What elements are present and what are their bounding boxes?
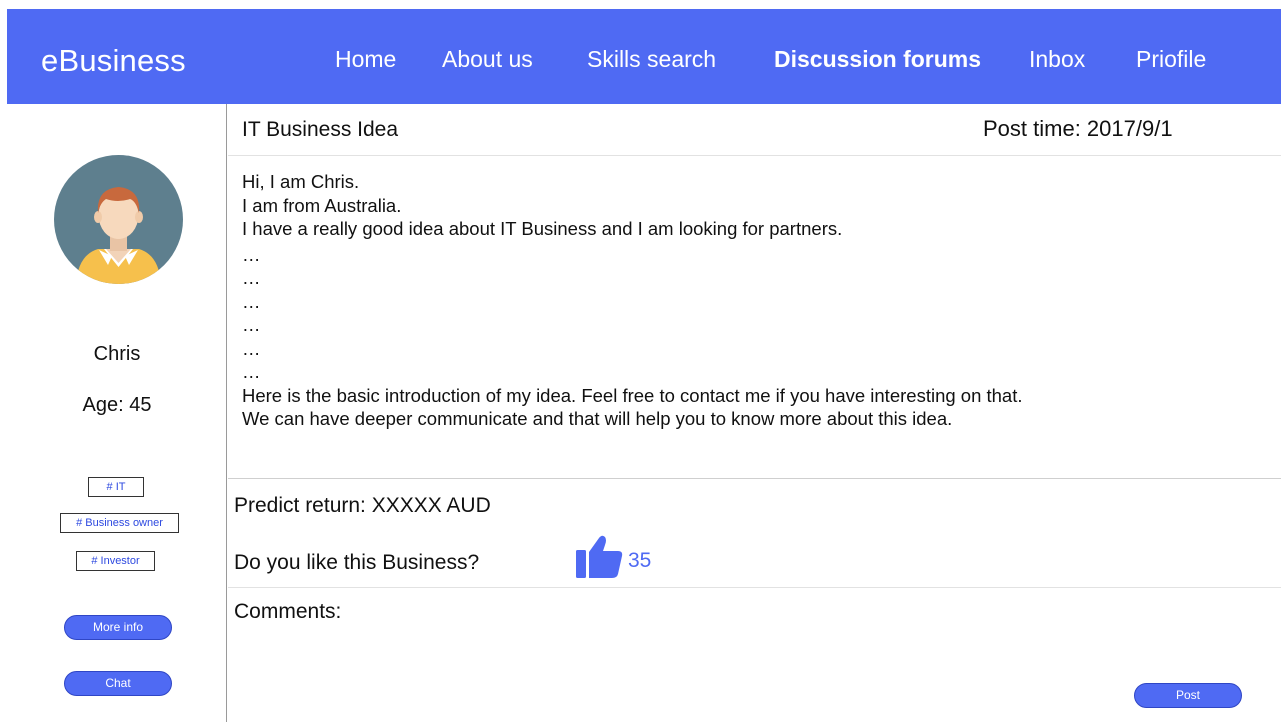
- like-question: Do you like this Business?: [234, 551, 480, 574]
- thumbs-up-icon[interactable]: [573, 534, 623, 578]
- nav-home[interactable]: Home: [335, 46, 396, 73]
- top-navigation-bar: eBusiness Home About us Skills search Di…: [7, 9, 1281, 104]
- nav-discussion-forums[interactable]: Discussion forums: [774, 46, 981, 73]
- post-body-line: I have a really good idea about IT Busin…: [242, 218, 843, 239]
- post-comment-button[interactable]: Post: [1134, 683, 1242, 708]
- nav-inbox[interactable]: Inbox: [1029, 46, 1085, 73]
- post-body-line: Here is the basic introduction of my ide…: [242, 384, 1023, 406]
- user-name: Chris: [93, 343, 141, 365]
- post-body-line: …: [242, 243, 261, 265]
- tag-investor[interactable]: # Investor: [76, 551, 155, 571]
- user-avatar-icon: [54, 155, 183, 284]
- post-body-line: …: [242, 337, 261, 359]
- post-body-line: I am from Australia.: [242, 194, 402, 216]
- predict-return: Predict return: XXXXX AUD: [234, 494, 491, 517]
- body-divider: [228, 478, 1281, 479]
- tag-business-owner[interactable]: # Business owner: [60, 513, 179, 533]
- title-divider: [228, 155, 1281, 156]
- chat-button[interactable]: Chat: [64, 671, 172, 696]
- post-time: Post time: 2017/9/1: [983, 116, 1173, 141]
- post-body-line: …: [242, 290, 261, 312]
- more-info-button[interactable]: More info: [64, 615, 172, 640]
- post-title: IT Business Idea: [242, 118, 399, 141]
- comments-label: Comments:: [234, 600, 342, 623]
- nav-profile[interactable]: Priofile: [1136, 46, 1206, 73]
- post-body-line: …: [242, 314, 261, 335]
- brand-logo[interactable]: eBusiness: [41, 43, 186, 79]
- likes-divider: [228, 587, 1281, 588]
- post-body-line: …: [242, 361, 261, 382]
- nav-skills-search[interactable]: Skills search: [587, 46, 716, 73]
- tag-it[interactable]: # IT: [88, 477, 144, 497]
- nav-about-us[interactable]: About us: [442, 46, 533, 73]
- post-body-line: …: [242, 267, 261, 288]
- post-body: Hi, I am Chris. I am from Australia. I h…: [242, 170, 1272, 431]
- post-body-line: We can have deeper communicate and that …: [242, 408, 953, 429]
- user-age: Age: 45: [82, 394, 152, 416]
- post-body-line: Hi, I am Chris.: [242, 171, 360, 192]
- like-count: 35: [628, 549, 652, 572]
